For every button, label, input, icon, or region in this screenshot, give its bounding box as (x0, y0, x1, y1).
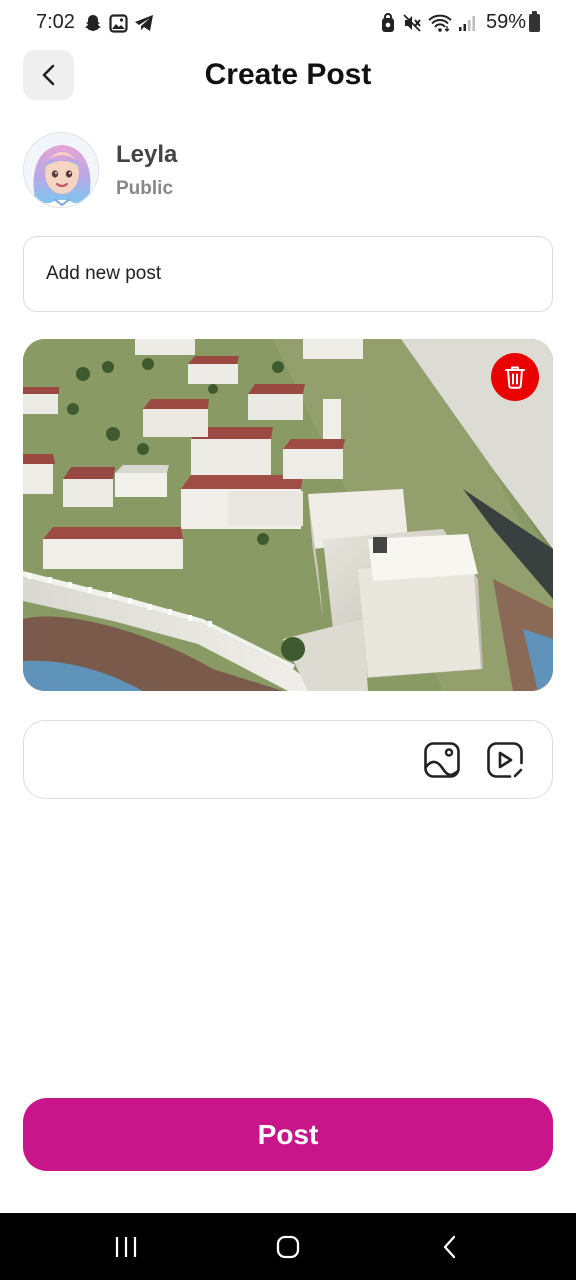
post-button[interactable]: Post (23, 1098, 553, 1171)
page-title: Create Post (204, 58, 372, 91)
photo-model-fortress (23, 339, 553, 691)
signal-icon (459, 16, 475, 31)
sync-icon (382, 13, 394, 32)
snapchat-icon (85, 15, 101, 31)
system-nav-bar (0, 1213, 576, 1280)
add-photo-button[interactable] (422, 740, 462, 780)
post-text-field-container (23, 236, 553, 312)
attached-photo (23, 339, 553, 691)
gallery-icon (109, 13, 128, 33)
user-name: Leyla (116, 141, 178, 168)
telegram-icon (135, 15, 153, 31)
add-video-button[interactable] (485, 740, 525, 780)
home-icon (276, 1235, 300, 1259)
mute-icon (403, 14, 421, 32)
avatar (23, 132, 99, 208)
battery-icon (529, 11, 540, 32)
visibility-label[interactable]: Public (116, 178, 173, 200)
status-bar: 7:02 59% (0, 0, 576, 48)
video-icon (487, 742, 523, 778)
status-time: 7:02 (36, 11, 75, 33)
image-icon (424, 742, 460, 778)
delete-photo-button[interactable] (491, 353, 539, 401)
status-right-icons (380, 13, 476, 33)
trash-icon (505, 366, 525, 389)
nav-home-button[interactable] (270, 1231, 306, 1263)
battery-percent: 59% (485, 11, 526, 33)
back-icon (443, 1235, 456, 1259)
post-text-input[interactable] (24, 237, 552, 311)
wifi-icon (428, 14, 452, 32)
status-left-icons (83, 13, 154, 33)
attachment-bar (23, 720, 553, 799)
recents-icon (115, 1237, 137, 1257)
nav-recents-button[interactable] (108, 1233, 144, 1261)
nav-back-button[interactable] (432, 1231, 468, 1263)
